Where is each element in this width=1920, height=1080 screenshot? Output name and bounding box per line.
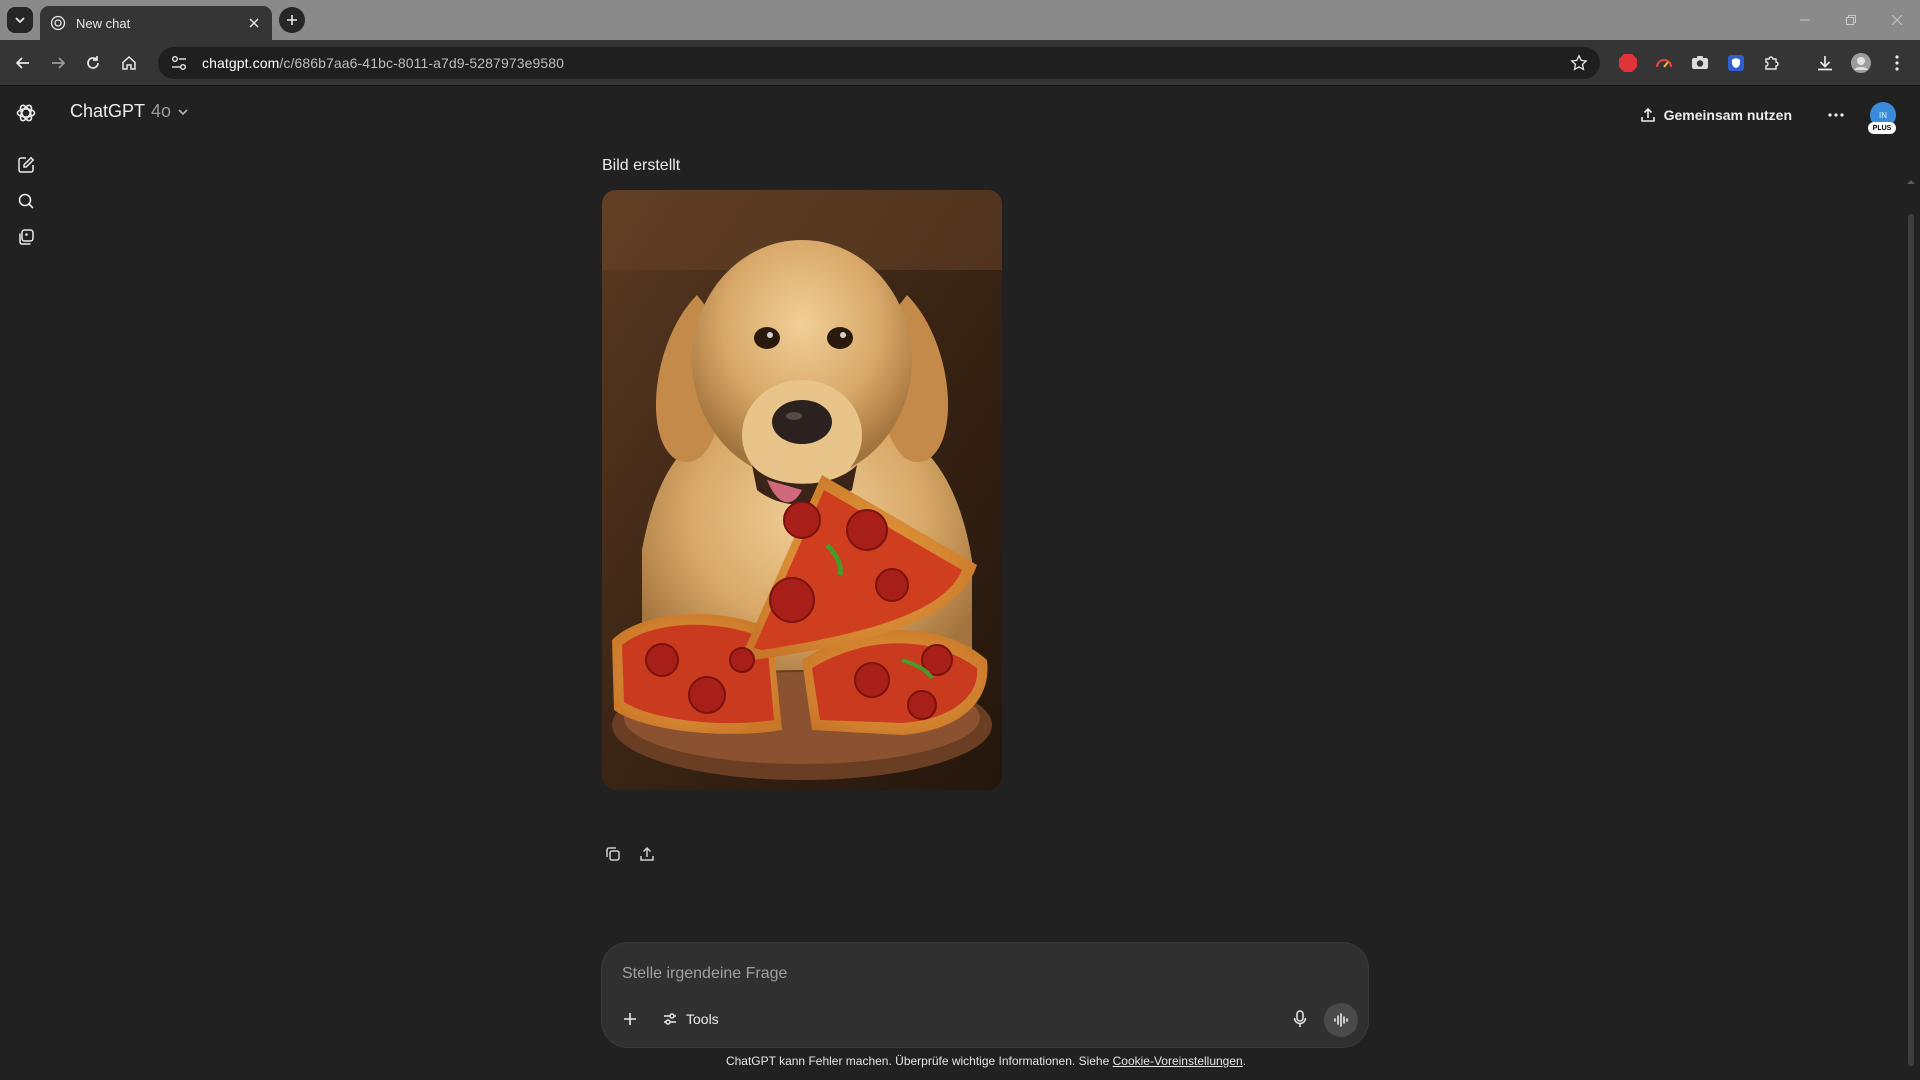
plan-badge: PLUS [1868,122,1896,134]
chatgpt-app: ChatGPT 4o Gemeinsam nutzen IN PLUS Bild… [0,87,1920,1080]
back-button[interactable] [10,50,36,76]
chevron-down-icon [178,108,188,115]
close-icon [1892,15,1902,25]
url-text[interactable]: chatgpt.com/c/686b7aa6-41bc-8011-a7d9-52… [202,55,1570,71]
openai-logo-button[interactable] [13,100,39,126]
camera-icon [1692,56,1708,69]
reload-icon [87,56,99,69]
address-bar[interactable]: chatgpt.com/c/686b7aa6-41bc-8011-a7d9-52… [158,47,1600,79]
dog-eating-pizza-illustration [602,190,1002,790]
browser-menu-button[interactable] [1886,52,1908,74]
share-label: Gemeinsam nutzen [1663,107,1792,123]
new-chat-button[interactable] [13,152,39,178]
avatar-initials: IN [1879,110,1887,120]
search-chats-button[interactable] [13,188,39,214]
message-composer: Tools [602,943,1368,1047]
prompt-input[interactable] [622,961,1322,987]
extension-shield[interactable] [1725,52,1747,74]
share-button[interactable]: Gemeinsam nutzen [1630,99,1802,131]
disclaimer-end: . [1242,1054,1247,1068]
cookie-preferences-link[interactable]: Cookie-Voreinstellungen [1113,1054,1243,1068]
page-scrollbar[interactable] [1908,214,1914,1066]
add-attachment-button[interactable] [616,1005,644,1033]
disclaimer-text: ChatGPT kann Fehler machen. Überprüfe wi… [725,1054,1113,1068]
model-name: ChatGPT [70,101,146,121]
profile-button[interactable] [1850,52,1872,74]
sidebar-rail [0,87,52,1080]
extension-camera[interactable] [1689,52,1711,74]
copy-icon [606,847,620,861]
generated-image[interactable] [602,190,1002,790]
voice-mode-button[interactable] [1324,1003,1358,1037]
profile-avatar-icon [1851,53,1871,73]
share-icon [1640,107,1655,122]
kebab-menu-icon [1895,55,1899,71]
sliders-icon [664,1013,676,1025]
search-icon [18,193,34,209]
browser-tab[interactable]: New chat [40,6,272,40]
browser-tabstrip: New chat [0,0,1920,40]
edit-icon [18,156,35,173]
browser-toolbar: chatgpt.com/c/686b7aa6-41bc-8011-a7d9-52… [0,40,1920,86]
puzzle-icon [1765,56,1779,70]
minimize-icon [1800,19,1810,21]
window-controls [1782,0,1920,40]
arrow-right-icon [52,57,66,69]
close-icon [249,18,259,28]
download-icon [1818,56,1832,71]
share-image-button[interactable] [634,841,660,867]
image-status-label: Bild erstellt [602,157,681,174]
openai-logo-icon [16,104,36,122]
downloads-button[interactable] [1814,52,1836,74]
url-path: /c/686b7aa6-41bc-8011-a7d9-5287973e9580 [279,55,565,71]
arrow-left-icon [15,57,29,69]
user-avatar[interactable]: IN PLUS [1868,102,1896,134]
dictate-button[interactable] [1286,1005,1314,1033]
close-window-button[interactable] [1874,0,1920,40]
tools-button[interactable]: Tools [654,1005,727,1033]
voice-waveform-icon [1334,1013,1348,1027]
restore-button[interactable] [1828,0,1874,40]
microphone-icon [1293,1010,1307,1027]
model-selector[interactable]: ChatGPT 4o [70,101,189,122]
tools-label: Tools [686,1011,719,1027]
minimize-button[interactable] [1782,0,1828,40]
restore-icon [1846,15,1856,25]
tab-title: New chat [76,15,131,31]
chatgpt-favicon-icon [50,15,66,31]
forward-button[interactable] [45,50,71,76]
tab-close-button[interactable] [246,15,262,31]
more-horizontal-icon [1828,113,1844,117]
tab-search-button[interactable] [7,7,33,33]
chevron-down-icon [15,17,25,24]
header-actions: Gemeinsam nutzen IN PLUS [1630,99,1896,134]
library-button[interactable] [13,224,39,250]
copy-image-button[interactable] [600,841,626,867]
gauge-icon [1655,58,1673,68]
extension-abp[interactable] [1617,52,1639,74]
abp-icon [1619,54,1637,72]
message-actions [600,841,660,867]
site-info-icon[interactable] [170,54,188,72]
reload-button[interactable] [80,50,106,76]
extensions-button[interactable] [1761,52,1783,74]
model-version: 4o [151,101,172,121]
extension-gauge[interactable] [1653,52,1675,74]
plus-icon [287,15,297,25]
new-tab-button[interactable] [279,7,305,33]
images-library-icon [19,229,34,245]
plus-icon [624,1013,636,1025]
conversation-options-button[interactable] [1820,99,1852,131]
upload-icon [640,846,654,861]
scroll-up-arrow-icon[interactable] [1906,177,1916,187]
shield-icon [1728,55,1744,71]
home-icon [122,55,136,70]
bookmark-star-icon[interactable] [1570,54,1588,72]
url-domain: chatgpt.com [202,55,280,71]
home-button[interactable] [116,50,142,76]
disclaimer-footer: ChatGPT kann Fehler machen. Überprüfe wi… [0,1054,1920,1068]
